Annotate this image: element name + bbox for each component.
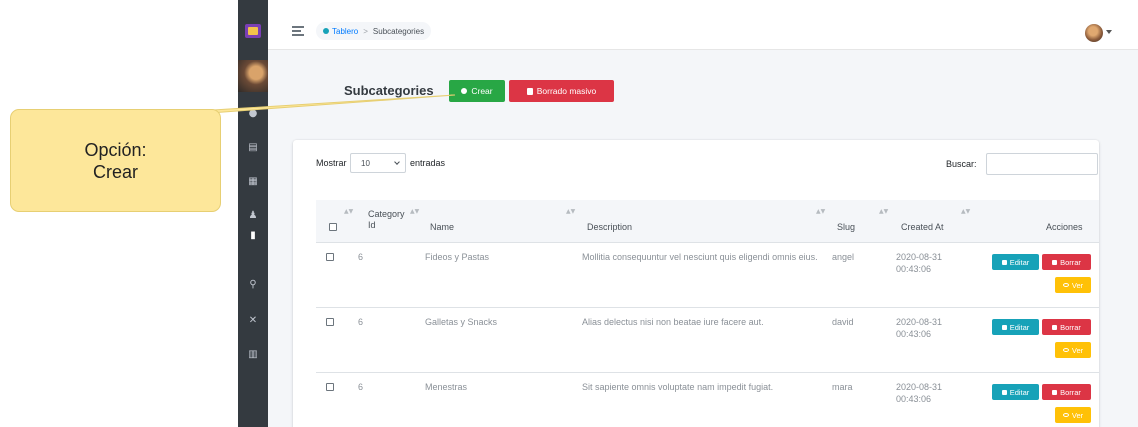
screen: ● ▤ ▦ ♟ ▮ ⚲ ✕ ▥ Tablero > Subcategories … [0, 0, 1138, 427]
callout-line2: Crear [92, 161, 138, 182]
callout-annotation: Opción: Crear [10, 109, 221, 212]
callout-pointer [164, 94, 456, 114]
callout-line1: Opción: [84, 139, 147, 160]
